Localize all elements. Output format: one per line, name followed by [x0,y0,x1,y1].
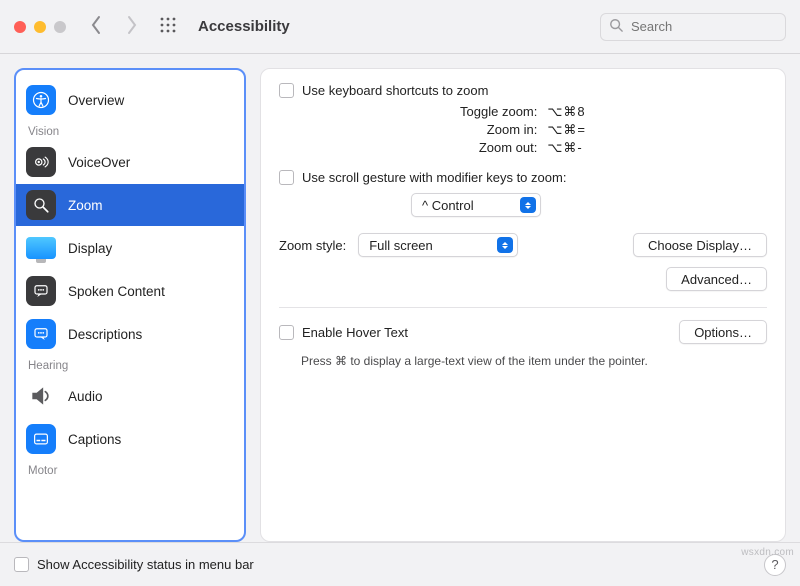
watermark: wsxdn.com [741,547,794,558]
sidebar-item-voiceover[interactable]: VoiceOver [16,141,244,183]
advanced-button[interactable]: Advanced… [666,267,767,291]
display-icon [26,237,56,259]
choose-display-button[interactable]: Choose Display… [633,233,767,257]
use-keyboard-shortcuts-checkbox[interactable] [279,83,294,98]
separator [279,307,767,308]
enable-hover-text-label: Enable Hover Text [302,325,408,340]
sidebar-item-label: Spoken Content [68,284,165,299]
maximize-window-button[interactable] [54,21,66,33]
search-field[interactable] [600,13,786,41]
close-window-button[interactable] [14,21,26,33]
search-icon [609,18,629,35]
hover-text-hint: Press ⌘ to display a large-text view of … [301,354,767,368]
show-accessibility-status-row[interactable]: Show Accessibility status in menu bar [14,557,254,572]
sidebar-item-overview[interactable]: Overview [16,79,244,121]
show-accessibility-status-checkbox[interactable] [14,557,29,572]
sidebar-category-vision: Vision [16,122,244,140]
sidebar-item-label: Overview [68,93,124,108]
zoom-in-shortcut: ⌥⌘= [547,122,586,138]
sidebar-item-display[interactable]: Display [16,227,244,269]
spoken-content-icon [26,276,56,306]
zoom-in-label: Zoom in: [460,122,537,138]
enable-hover-text-row[interactable]: Enable Hover Text [279,325,408,340]
modifier-key-select[interactable]: ^ Control [411,193,541,217]
zoom-style-select[interactable]: Full screen [358,233,518,257]
toggle-zoom-label: Toggle zoom: [460,104,537,120]
zoom-icon [26,190,56,220]
footer-bar: Show Accessibility status in menu bar ? [0,542,800,586]
show-all-prefs-button[interactable] [160,17,176,36]
minimize-window-button[interactable] [34,21,46,33]
use-scroll-gesture-row[interactable]: Use scroll gesture with modifier keys to… [279,170,767,185]
use-scroll-gesture-label: Use scroll gesture with modifier keys to… [302,170,566,185]
zoom-settings-panel: Use keyboard shortcuts to zoom Toggle zo… [260,68,786,542]
zoom-out-shortcut: ⌥⌘- [547,140,586,156]
use-scroll-gesture-checkbox[interactable] [279,170,294,185]
sidebar-item-label: Descriptions [68,327,142,342]
keyboard-shortcuts-list: Toggle zoom: ⌥⌘8 Zoom in: ⌥⌘= Zoom out: … [279,104,767,156]
show-accessibility-status-label: Show Accessibility status in menu bar [37,557,254,572]
captions-icon [26,424,56,454]
chevrons-icon [520,197,536,213]
accessibility-icon [26,85,56,115]
sidebar-item-descriptions[interactable]: Descriptions [16,313,244,355]
use-keyboard-shortcuts-row[interactable]: Use keyboard shortcuts to zoom [279,83,767,98]
window-title: Accessibility [198,18,290,35]
forward-button[interactable] [124,15,140,38]
sidebar-category-motor: Motor [16,461,244,479]
sidebar-item-spoken-content[interactable]: Spoken Content [16,270,244,312]
navigation-buttons [88,15,140,38]
toggle-zoom-shortcut: ⌥⌘8 [547,104,586,120]
back-button[interactable] [88,15,104,38]
zoom-out-label: Zoom out: [460,140,537,156]
window-controls [14,21,66,33]
titlebar: Accessibility [0,0,800,54]
sidebar-item-label: Audio [68,389,103,404]
modifier-key-value: ^ Control [422,198,474,213]
audio-icon [26,381,56,411]
sidebar: Overview Vision VoiceOver Zoom Display S… [14,68,246,542]
voiceover-icon [26,147,56,177]
sidebar-item-label: VoiceOver [68,155,130,170]
search-input[interactable] [629,18,777,35]
sidebar-item-label: Zoom [68,198,103,213]
hover-text-options-button[interactable]: Options… [679,320,767,344]
zoom-style-value: Full screen [369,238,433,253]
sidebar-item-zoom[interactable]: Zoom [16,184,244,226]
sidebar-item-label: Display [68,241,112,256]
sidebar-item-audio[interactable]: Audio [16,375,244,417]
sidebar-item-captions[interactable]: Captions [16,418,244,460]
use-keyboard-shortcuts-label: Use keyboard shortcuts to zoom [302,83,488,98]
descriptions-icon [26,319,56,349]
chevrons-icon [497,237,513,253]
zoom-style-label: Zoom style: [279,238,346,253]
enable-hover-text-checkbox[interactable] [279,325,294,340]
sidebar-category-hearing: Hearing [16,356,244,374]
sidebar-item-label: Captions [68,432,121,447]
